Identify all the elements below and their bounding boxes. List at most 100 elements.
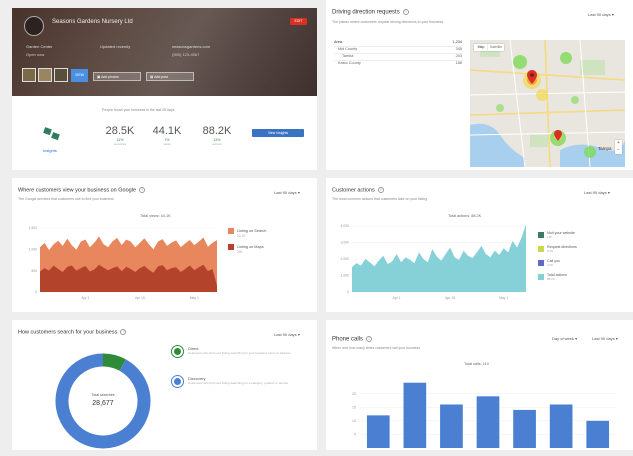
calls-title: Phone calls? (332, 336, 373, 343)
insights-caption: People found your business in the last 2… (102, 108, 175, 112)
photo-thumb-1[interactable] (22, 68, 36, 82)
bar-thu[interactable] (513, 409, 536, 448)
map-tab-satellite[interactable]: Satellite (488, 44, 504, 51)
bar-mon[interactable] (403, 382, 427, 448)
donut-slice-direct[interactable] (102, 353, 126, 371)
legend-sub: 24K (237, 250, 243, 254)
actions-card: Customer actions? Last 90 days ▾ The mos… (326, 178, 633, 312)
legend-sub: 20.1K (237, 234, 246, 238)
table-row: Tamba 203 (334, 54, 462, 61)
bar-fri[interactable] (549, 404, 573, 448)
help-icon[interactable]: ? (139, 187, 145, 193)
y-tick-label: 3,000 (341, 241, 350, 245)
calls-groupby-dropdown[interactable]: Day of week ▾ (552, 336, 577, 341)
driving-range-label: Last 90 days (588, 12, 611, 17)
row-label: Kasto County (338, 61, 361, 65)
x-tick-label: May 1 (499, 296, 508, 300)
y-tick-label: 1,000 (341, 274, 350, 278)
photo-thumb-2[interactable] (38, 68, 52, 82)
help-icon[interactable]: ? (402, 9, 409, 15)
chevron-down-icon: ▾ (575, 336, 578, 341)
search-legend-direct: Direct Customers who find your listing s… (172, 346, 292, 357)
map-pin-icon[interactable] (527, 70, 537, 84)
legend-label: Listing on Search (237, 229, 267, 233)
bar-sat[interactable] (586, 420, 610, 448)
driving-area-table: Area 1,234 Mid County 345 Tamba 203 Kasto C… (334, 40, 462, 68)
views-legend-search: Listing on Search 20.1K (228, 228, 266, 238)
views-card: Where customers view your business on Go… (12, 178, 317, 312)
y-tick-label: 4,000 (341, 224, 350, 228)
driving-title-text: Driving direction requests (332, 9, 400, 16)
table-row: Mid County 345 (334, 47, 462, 54)
series-area-maps (40, 264, 217, 292)
views-title: Where customers view your business on Go… (18, 187, 145, 193)
y-tick-label: 2,000 (341, 257, 350, 261)
x-tick-label: May 1 (190, 296, 199, 300)
add-photos-label: Add photos (101, 75, 119, 79)
legend-label: Listing on Maps (237, 245, 264, 249)
zoom-controls[interactable]: + − (615, 140, 622, 154)
searches-range-dropdown[interactable]: Last 90 days ▾ (274, 332, 300, 337)
business-avatar[interactable] (24, 16, 44, 36)
bar-tue[interactable] (440, 404, 463, 448)
map-city-label: Tampa (598, 146, 612, 151)
stat-value: 88.2K (202, 125, 232, 137)
add-post-button[interactable]: ▤ Add post (146, 72, 194, 81)
help-icon[interactable]: ? (366, 336, 373, 342)
row-value: 1,234 (452, 40, 462, 44)
actions-title: Customer actions? (332, 187, 384, 193)
discovery-icon (172, 376, 183, 387)
directions-map[interactable]: Map Satellite Tampa + − (470, 40, 625, 167)
stat-searches: 28.5K 11% searches (100, 125, 140, 146)
add-photos-button[interactable]: ▣ Add photos (93, 72, 141, 81)
legend-item: Visit your website 14K (538, 228, 577, 242)
y-tick-label: 1,000 (29, 248, 38, 252)
legend-sub: 14K (547, 235, 553, 239)
y-tick-label: 5 (354, 433, 356, 437)
searches-range-label: Last 90 days (274, 332, 297, 337)
x-tick-label: Apr 1 (81, 296, 89, 300)
legend-item: Request directions 9.1K (538, 242, 577, 256)
calls-range-dropdown[interactable]: Last 90 days ▾ (592, 336, 618, 341)
edit-button[interactable]: EDIT (290, 18, 307, 25)
globe-icon (538, 232, 544, 238)
views-range-dropdown[interactable]: Last 90 days ▾ (274, 190, 300, 195)
y-tick-label: 15 (352, 405, 356, 409)
row-label: Tamba (342, 54, 354, 58)
actions-subtitle: The most common actions that customers t… (332, 197, 428, 201)
chevron-down-icon: ▾ (297, 332, 300, 337)
bar-wed[interactable] (476, 396, 500, 448)
photo-thumb-3[interactable] (54, 68, 68, 82)
y-tick-label: 1,500 (29, 226, 38, 230)
stat-sub: views (163, 142, 171, 146)
view-insights-button[interactable]: View insights (252, 129, 304, 137)
y-tick-label: 20 (352, 392, 356, 396)
views-title-text: Where customers view your business on Go… (18, 187, 136, 194)
actions-total: Total actions: 88.2K (448, 214, 482, 218)
searches-title-text: How customers search for your business (18, 329, 118, 336)
driving-range-dropdown[interactable]: Last 90 days ▾ (588, 12, 614, 17)
total-icon (538, 274, 544, 280)
driving-directions-card: Driving direction requests? Last 90 days… (326, 0, 633, 170)
header-detail-2: Open now (26, 52, 45, 57)
directions-icon (538, 246, 544, 252)
actions-range-dropdown[interactable]: Last 90 days ▾ (584, 190, 610, 195)
bar-sun[interactable] (366, 415, 390, 448)
legend-sub: 9.1K (547, 249, 554, 253)
chevron-down-icon: ▾ (297, 190, 300, 195)
calls-groupby-label: Day of week (552, 336, 575, 341)
cover-photo[interactable]: Seasons Gardens Nursery Ltd EDIT Garden … (12, 8, 317, 96)
header-detail-4: seasonsgardens.com (172, 44, 211, 49)
zoom-in-icon[interactable]: + (615, 140, 622, 147)
donut-center-label: Total searches (91, 393, 115, 397)
legend-sub: 88.2K (547, 277, 555, 281)
zoom-out-icon[interactable]: − (615, 147, 622, 154)
help-icon[interactable]: ? (377, 187, 384, 193)
business-card: Seasons Gardens Nursery Ltd EDIT Garden … (12, 8, 317, 170)
map-tab-map[interactable]: Map (474, 44, 488, 51)
row-label: Mid County (338, 47, 358, 51)
view-photos-button[interactable]: VIEW (71, 69, 88, 82)
calls-subtitle: When and how many times customers call y… (332, 346, 421, 350)
map-pin-icon[interactable] (554, 130, 562, 141)
help-icon[interactable]: ? (120, 329, 127, 335)
